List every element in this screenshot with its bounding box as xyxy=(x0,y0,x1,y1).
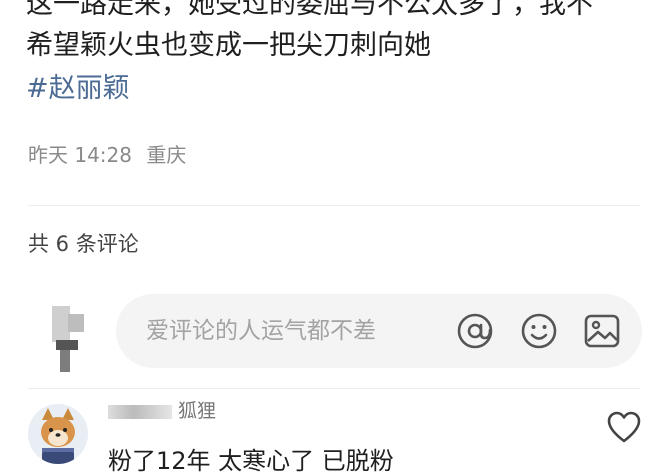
post-text-line-1: 这一路走来，她受过的委屈与不公太多了，我不 xyxy=(26,0,593,20)
post-text-line-2: 希望颖火虫也变成一把尖刀刺向她 xyxy=(26,30,431,61)
hashtag-link[interactable]: #赵丽颖 xyxy=(26,69,130,109)
commenter-name[interactable]: 狐狸 xyxy=(108,398,216,424)
shiba-dog-icon xyxy=(28,404,88,464)
post-meta: 昨天 14:28 重庆 xyxy=(28,140,186,170)
post-location: 重庆 xyxy=(146,143,187,167)
at-icon[interactable] xyxy=(456,312,494,350)
heart-outline-icon[interactable] xyxy=(606,410,642,446)
comment-input-placeholder: 爱评论的人运气都不差 xyxy=(146,318,376,344)
divider xyxy=(28,205,640,206)
smile-icon[interactable] xyxy=(520,312,558,350)
blurred-name xyxy=(108,404,172,419)
comment-input[interactable]: 爱评论的人运气都不差 xyxy=(116,294,642,368)
current-user-avatar xyxy=(46,306,88,372)
commenter-avatar[interactable] xyxy=(28,404,88,464)
comment-text: 粉了12年 太寒心了 已脱粉 xyxy=(108,447,394,473)
commenter-name-text: 狐狸 xyxy=(178,400,217,422)
post-time: 昨天 14:28 xyxy=(28,143,132,167)
image-icon[interactable] xyxy=(583,312,621,350)
comment-count: 共 6 条评论 xyxy=(28,232,139,256)
divider xyxy=(28,388,640,389)
